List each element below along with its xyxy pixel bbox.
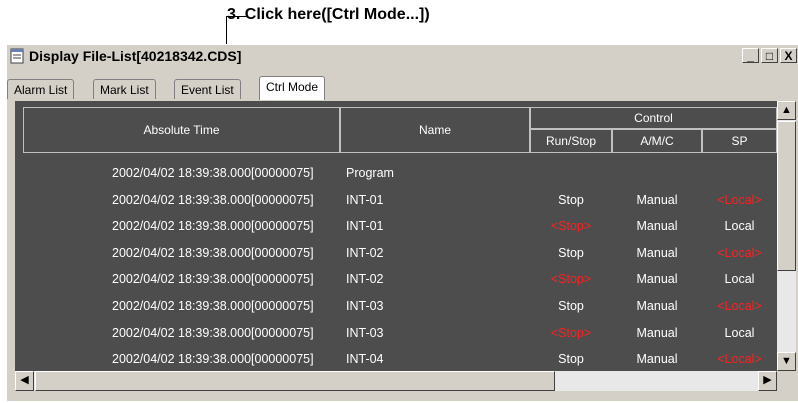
cell-name: INT-04 [346, 352, 384, 367]
cell-run-stop: Stop [558, 245, 584, 260]
display-file-list-window: Display File-List[40218342.CDS] _ □ X Al… [6, 44, 798, 401]
scroll-down-icon[interactable]: ▼ [777, 352, 796, 371]
cell-amc: Manual [636, 299, 678, 313]
table-row[interactable]: 2002/04/02 18:39:38.000[00000075] INT-03 <… [15, 321, 777, 347]
cell-amc: Manual [636, 272, 678, 287]
minimize-button[interactable]: _ [742, 48, 759, 63]
cell-absolute-time: 2002/04/02 18:39:38.000[00000075] [112, 299, 314, 313]
tab-mark-list[interactable]: Mark List [93, 79, 156, 99]
cell-name: Program [346, 166, 394, 180]
cell-amc: Manual [636, 325, 678, 340]
cell-sp: <Local> [717, 192, 762, 207]
vertical-scroll-thumb[interactable] [777, 121, 796, 271]
cell-run-stop: Stop [558, 299, 584, 313]
cell-absolute-time: 2002/04/02 18:39:38.000[00000075] [112, 352, 314, 367]
table-row[interactable]: 2002/04/02 18:39:38.000[00000075] INT-01 S… [15, 188, 777, 214]
cell-amc: Manual [636, 192, 678, 207]
cell-absolute-time: 2002/04/02 18:39:38.000[00000075] [112, 166, 314, 180]
window-title: Display File-List[40218342.CDS] [29, 48, 242, 64]
title-bar[interactable]: Display File-List[40218342.CDS] _ □ X [7, 45, 798, 67]
scrollbar-corner [777, 371, 796, 391]
ctrl-mode-grid[interactable]: Absolute Time Name Control Run/Stop A/M/… [15, 101, 777, 371]
cell-run-stop: Stop [558, 192, 584, 207]
cell-sp: <Local> [717, 245, 762, 260]
table-row[interactable]: 2002/04/02 18:39:38.000[00000075] INT-04 S… [15, 347, 777, 371]
cell-name: INT-01 [346, 192, 384, 207]
cell-absolute-time: 2002/04/02 18:39:38.000[00000075] [112, 245, 314, 260]
tab-alarm-list[interactable]: Alarm List [7, 79, 75, 99]
column-header-name[interactable]: Name [340, 107, 530, 153]
cell-name: INT-03 [346, 299, 384, 313]
cell-amc: Manual [636, 352, 678, 367]
scroll-up-icon[interactable]: ▲ [777, 101, 796, 120]
cell-amc: Manual [636, 219, 678, 234]
column-header-run-stop[interactable]: Run/Stop [530, 129, 612, 153]
document-icon [10, 48, 24, 64]
cell-name: INT-02 [346, 272, 384, 287]
close-button[interactable]: X [780, 48, 797, 63]
cell-name: INT-02 [346, 245, 384, 260]
cell-sp: Local [724, 272, 755, 287]
cell-amc: Manual [636, 245, 678, 260]
column-group-control: Control [530, 107, 777, 129]
cell-sp: Local [724, 219, 755, 234]
cell-run-stop: Stop [558, 352, 584, 367]
cell-absolute-time: 2002/04/02 18:39:38.000[00000075] [112, 192, 314, 207]
table-row[interactable]: 2002/04/02 18:39:38.000[00000075] Program [15, 161, 777, 187]
vertical-scrollbar[interactable]: ▲ ▼ [777, 101, 796, 371]
cell-run-stop: <Stop> [550, 272, 592, 287]
column-header-sp[interactable]: SP [702, 129, 777, 153]
scroll-left-icon[interactable]: ◀ [15, 371, 34, 391]
table-row[interactable]: 2002/04/02 18:39:38.000[00000075] INT-02 <… [15, 267, 777, 293]
tab-strip: Alarm List Mark List Event List Ctrl Mod… [7, 76, 798, 100]
scroll-right-icon[interactable]: ▶ [758, 371, 777, 391]
horizontal-scrollbar[interactable]: ◀ ▶ [15, 371, 777, 391]
tab-ctrl-mode[interactable]: Ctrl Mode [259, 76, 326, 100]
cell-absolute-time: 2002/04/02 18:39:38.000[00000075] [112, 272, 314, 287]
cell-sp: Local [724, 325, 755, 340]
cell-absolute-time: 2002/04/02 18:39:38.000[00000075] [112, 219, 314, 234]
cell-run-stop: <Stop> [550, 325, 592, 340]
table-row[interactable]: 2002/04/02 18:39:38.000[00000075] INT-02 S… [15, 241, 777, 267]
table-row[interactable]: 2002/04/02 18:39:38.000[00000075] INT-01 <… [15, 214, 777, 240]
cell-run-stop: <Stop> [550, 219, 592, 234]
cell-name: INT-01 [346, 219, 384, 234]
tab-event-list[interactable]: Event List [174, 79, 241, 99]
column-header-absolute-time[interactable]: Absolute Time [23, 107, 340, 153]
table-row[interactable]: 2002/04/02 18:39:38.000[00000075] INT-03 S… [15, 294, 777, 320]
column-header-amc[interactable]: A/M/C [612, 129, 702, 153]
maximize-button[interactable]: □ [761, 48, 778, 63]
cell-name: INT-03 [346, 325, 384, 340]
cell-sp: <Local> [717, 352, 762, 367]
cell-sp: <Local> [717, 299, 762, 313]
cell-absolute-time: 2002/04/02 18:39:38.000[00000075] [112, 325, 314, 340]
instruction-callout: 3. Click here([Ctrl Mode...]) [227, 6, 430, 23]
horizontal-scroll-thumb[interactable] [35, 371, 555, 391]
